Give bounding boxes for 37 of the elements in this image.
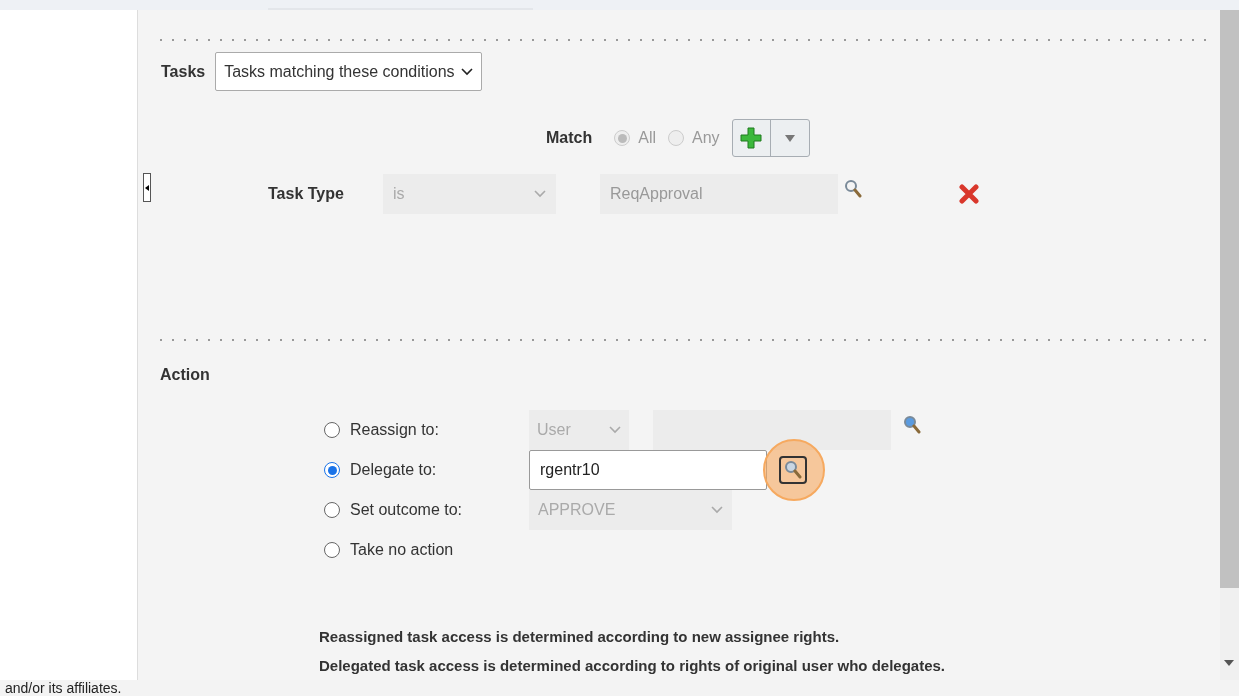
search-icon[interactable] <box>844 179 862 199</box>
delegate-field[interactable]: rgentr10 <box>529 450 767 490</box>
tasks-dropdown[interactable]: Tasks matching these conditions <box>215 52 482 91</box>
footer-text: and/or its affiliates. <box>5 678 122 696</box>
collapse-handle[interactable] <box>143 173 151 202</box>
action-label: Action <box>159 365 211 385</box>
caret-icon <box>784 134 795 142</box>
assignee-field[interactable] <box>653 410 891 450</box>
chevron-icon <box>609 426 621 434</box>
match-label: Match <box>546 128 593 148</box>
tasks-label: Tasks <box>161 61 206 82</box>
type-dropdown[interactable]: User <box>529 410 629 450</box>
chevron-icon <box>460 67 473 76</box>
chevron-icon <box>534 190 546 198</box>
value-field[interactable]: ReqApproval <box>600 174 838 214</box>
operator-dropdown[interactable]: is <box>383 174 556 214</box>
note-text: Reassigned task access is determined according to new assignee rights. <box>319 627 841 647</box>
delete-icon[interactable] <box>959 184 979 204</box>
outcome-dropdown[interactable]: APPROVE <box>529 490 732 530</box>
option-label: All <box>638 128 656 148</box>
radio-button[interactable] <box>324 462 340 478</box>
scrollbar[interactable] <box>1220 10 1239 680</box>
radio-button[interactable] <box>324 422 340 438</box>
search-icon[interactable] <box>903 415 921 435</box>
option-label: Delegate to: <box>350 460 437 480</box>
search-button[interactable] <box>779 456 807 484</box>
condition-label: Task Type <box>268 184 345 204</box>
option-label: Take no action <box>350 540 454 560</box>
radio-button[interactable] <box>324 542 340 558</box>
scroll-down-icon[interactable] <box>1224 660 1234 666</box>
chevron-icon <box>711 506 723 514</box>
plus-icon <box>740 127 763 149</box>
option-label: Reassign to: <box>350 420 439 440</box>
option-label: Set outcome to: <box>350 500 463 520</box>
radio-button[interactable] <box>324 502 340 518</box>
option-label: Any <box>692 128 720 148</box>
note-text: Delegated task access is determined according to rights of original user who delegates. <box>319 655 946 676</box>
